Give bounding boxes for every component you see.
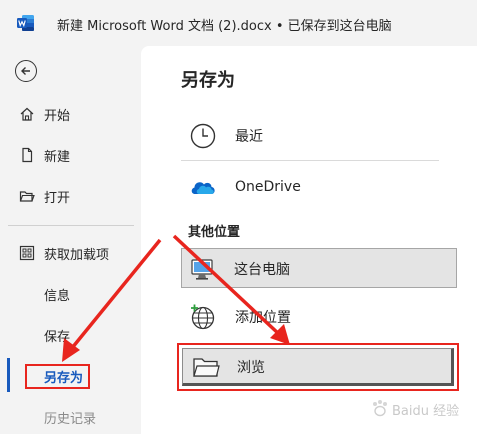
open-folder-icon (19, 191, 35, 202)
back-button[interactable] (15, 60, 37, 82)
sidebar-item-history[interactable]: 历史记录 (0, 400, 141, 434)
location-label: 这台电脑 (234, 262, 290, 278)
location-this-pc[interactable]: 这台电脑 (181, 248, 457, 288)
save-as-highlight-box (25, 364, 90, 389)
title-bar: 新建 Microsoft Word 文档 (2).docx • 已保存到这台电脑 (0, 0, 477, 46)
computer-icon (191, 259, 213, 280)
sidebar-item-open[interactable]: 打开 (0, 179, 141, 213)
location-label: 添加位置 (235, 310, 291, 326)
location-add-location[interactable]: 添加位置 (181, 295, 459, 339)
sidebar-item-label: 开始 (44, 108, 71, 124)
other-locations-heading: 其他位置 (188, 225, 241, 240)
sidebar-item-new[interactable]: 新建 (0, 138, 141, 172)
baidu-paw-icon (373, 400, 387, 417)
location-label: OneDrive (235, 179, 301, 195)
sidebar-item-label: 信息 (44, 288, 71, 304)
clock-icon (190, 123, 216, 149)
document-title: 新建 Microsoft Word 文档 (2).docx • 已保存到这台电脑 (57, 19, 392, 34)
location-label: 最近 (235, 129, 263, 145)
word-logo-icon (17, 15, 34, 31)
sidebar-item-home[interactable]: 开始 (0, 97, 141, 131)
onedrive-cloud-icon (191, 182, 215, 194)
save-as-panel: 另存为 最近 OneDrive 其他位置 这台电脑 添加位置 浏览 (141, 46, 477, 434)
sidebar-item-info[interactable]: 信息 (0, 277, 141, 311)
sidebar-item-get-addins[interactable]: 获取加载项 (0, 236, 141, 270)
sidebar-item-label: 新建 (44, 149, 71, 165)
location-browse[interactable]: 浏览 (182, 348, 454, 386)
globe-add-icon (191, 304, 215, 330)
browse-highlight-box: 浏览 (177, 343, 459, 391)
location-recent[interactable]: 最近 (181, 114, 459, 158)
back-arrow-icon (21, 67, 30, 75)
sidebar-item-save[interactable]: 保存 (0, 318, 141, 352)
row-divider (181, 160, 439, 161)
sidebar-item-label: 保存 (44, 329, 71, 345)
watermark: Baidu 经验 (366, 388, 471, 428)
backstage-sidebar: 开始 新建 打开 获取加载项 信息 保存 另存为 历史记录 (0, 46, 141, 434)
location-label: 浏览 (237, 360, 265, 376)
addins-grid-icon (19, 245, 35, 261)
sidebar-item-label: 打开 (44, 190, 71, 206)
sidebar-item-label: 获取加载项 (44, 247, 110, 263)
page-title: 另存为 (181, 70, 235, 91)
new-document-icon (22, 147, 33, 163)
location-onedrive[interactable]: OneDrive (181, 165, 459, 209)
watermark-text: Baidu 经验 (392, 404, 460, 419)
sidebar-item-label: 历史记录 (44, 411, 97, 427)
home-icon (20, 107, 34, 121)
sidebar-divider (8, 225, 134, 226)
folder-icon (193, 358, 220, 377)
